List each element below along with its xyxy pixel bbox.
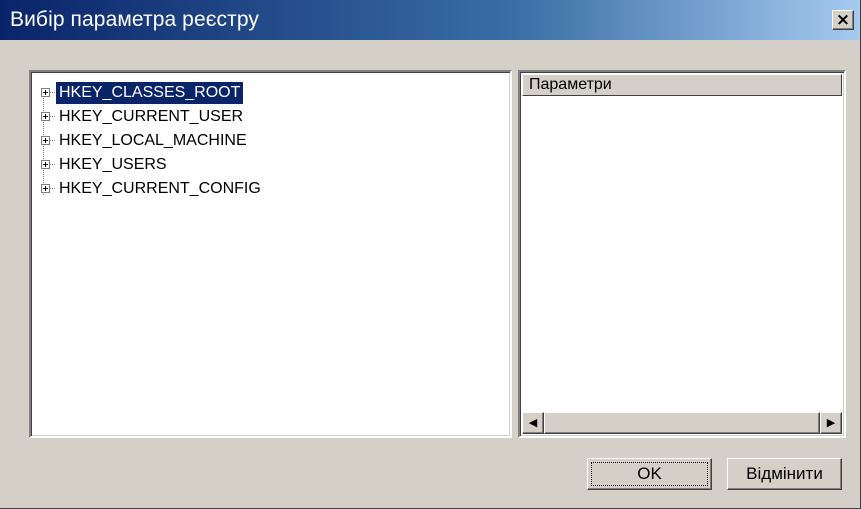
horizontal-scrollbar[interactable]: ◀ ▶ <box>522 412 842 434</box>
tree-item-label[interactable]: HKEY_CURRENT_CONFIG <box>56 178 264 200</box>
tree-branch-line <box>50 164 55 165</box>
registry-tree[interactable]: HKEY_CLASSES_ROOT HKEY_CURRENT_USER HKEY… <box>29 70 512 438</box>
tree-branch-line <box>50 140 55 141</box>
scrollbar-thumb[interactable] <box>544 412 820 434</box>
ok-button[interactable]: OK <box>587 458 712 490</box>
tree-item-label[interactable]: HKEY_CLASSES_ROOT <box>56 82 244 104</box>
arrow-right-icon: ▶ <box>826 416 836 429</box>
scroll-right-button[interactable]: ▶ <box>820 412 842 434</box>
expand-plus-icon[interactable] <box>41 88 50 97</box>
expand-plus-icon[interactable] <box>41 136 50 145</box>
close-button[interactable]: × <box>832 10 854 30</box>
expand-plus-icon[interactable] <box>41 160 50 169</box>
tree-item-label[interactable]: HKEY_LOCAL_MACHINE <box>56 130 250 152</box>
expand-plus-icon[interactable] <box>41 184 50 193</box>
title-bar[interactable]: Вибір параметра реєстру × <box>0 0 860 40</box>
tree-item-label[interactable]: HKEY_CURRENT_USER <box>56 106 246 128</box>
window-title: Вибір параметра реєстру <box>10 8 260 31</box>
tree-branch-line <box>50 188 55 189</box>
tree-branch-line <box>50 92 55 93</box>
arrow-left-icon: ◀ <box>528 416 538 429</box>
parameters-column-header[interactable]: Параметри <box>522 74 842 96</box>
tree-item-label[interactable]: HKEY_USERS <box>56 154 170 176</box>
tree-branch-line <box>50 116 55 117</box>
scroll-left-button[interactable]: ◀ <box>522 412 544 434</box>
cancel-button[interactable]: Відмінити <box>727 458 842 490</box>
close-icon: × <box>835 10 851 30</box>
expand-plus-icon[interactable] <box>41 112 50 121</box>
registry-param-dialog: Вибір параметра реєстру × HKEY_CLASSES_R… <box>0 0 861 509</box>
tree-connector-line <box>43 95 44 195</box>
parameters-list[interactable]: Параметри ◀ ▶ <box>518 70 846 438</box>
